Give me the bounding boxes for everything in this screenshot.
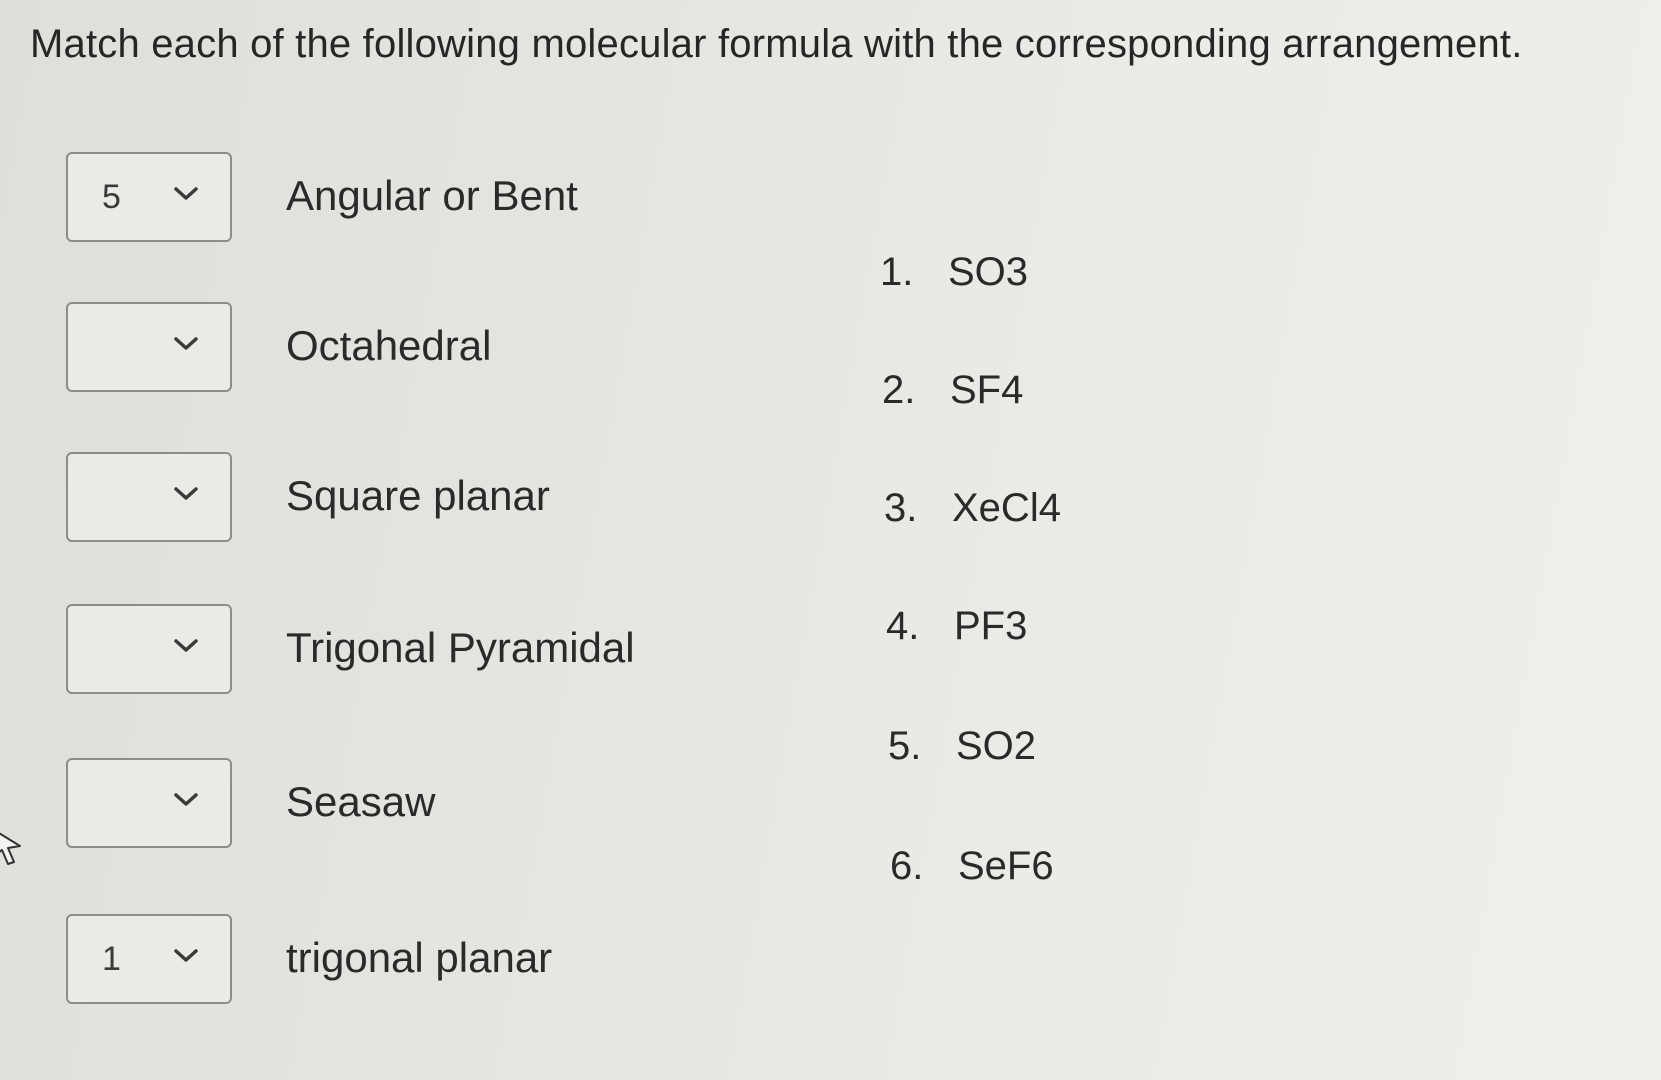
match-row-trigonal-pyramidal: Trigonal Pyramidal: [66, 604, 766, 696]
chevron-down-icon: [174, 793, 198, 806]
term-label: Trigonal Pyramidal: [286, 624, 635, 671]
mouse-pointer-icon: [0, 832, 21, 865]
chevron-down-icon: [174, 949, 198, 962]
term-label: Angular or Bent: [286, 172, 578, 219]
option-formula: XeCl4: [952, 486, 1061, 530]
dropdown-selected-value: 1: [102, 940, 121, 978]
answer-dropdown-1[interactable]: 5: [66, 152, 232, 242]
quiz-page: Match each of the following molecular fo…: [0, 0, 1661, 1080]
match-row-seasaw: Seasaw: [66, 758, 766, 850]
chevron-down-icon: [174, 487, 198, 500]
option-number: 5.: [888, 724, 922, 768]
option-formula: SeF6: [958, 844, 1054, 888]
option-number: 4.: [886, 604, 920, 648]
option-formula: SO2: [956, 724, 1037, 768]
term-label: Square planar: [286, 472, 550, 519]
answer-dropdown-5[interactable]: [66, 758, 232, 848]
match-row-trigonal-planar: 1 trigonal planar: [66, 914, 766, 1006]
option-number: 3.: [884, 486, 918, 530]
term-label: Octahedral: [286, 322, 492, 369]
answer-dropdown-6[interactable]: 1: [66, 914, 232, 1004]
match-row-angular: 5 Angular or Bent: [66, 152, 766, 244]
match-row-square-planar: Square planar: [66, 452, 766, 544]
match-row-octahedral: Octahedral: [66, 302, 766, 394]
option-item-6: 6. SeF6: [890, 844, 1054, 889]
option-item-3: 3. XeCl4: [884, 486, 1061, 531]
chevron-down-icon: [174, 337, 198, 350]
chevron-down-icon: [174, 639, 198, 652]
dropdown-selected-value: 5: [102, 178, 121, 216]
option-item-2: 2. SF4: [882, 368, 1023, 413]
question-text: Match each of the following molecular fo…: [30, 22, 1523, 66]
option-number: 1.: [880, 250, 914, 294]
option-number: 6.: [890, 844, 924, 888]
option-number: 2.: [882, 368, 916, 412]
option-formula: PF3: [954, 604, 1028, 648]
option-formula: SO3: [948, 250, 1029, 294]
term-label: trigonal planar: [286, 934, 553, 981]
option-item-4: 4. PF3: [886, 604, 1027, 649]
option-item-5: 5. SO2: [888, 724, 1036, 769]
answer-dropdown-3[interactable]: [66, 452, 232, 542]
chevron-down-icon: [174, 187, 198, 200]
answer-dropdown-2[interactable]: [66, 302, 232, 392]
option-formula: SF4: [950, 368, 1024, 412]
answer-dropdown-4[interactable]: [66, 604, 232, 694]
term-label: Seasaw: [286, 778, 436, 825]
option-item-1: 1. SO3: [880, 250, 1028, 295]
